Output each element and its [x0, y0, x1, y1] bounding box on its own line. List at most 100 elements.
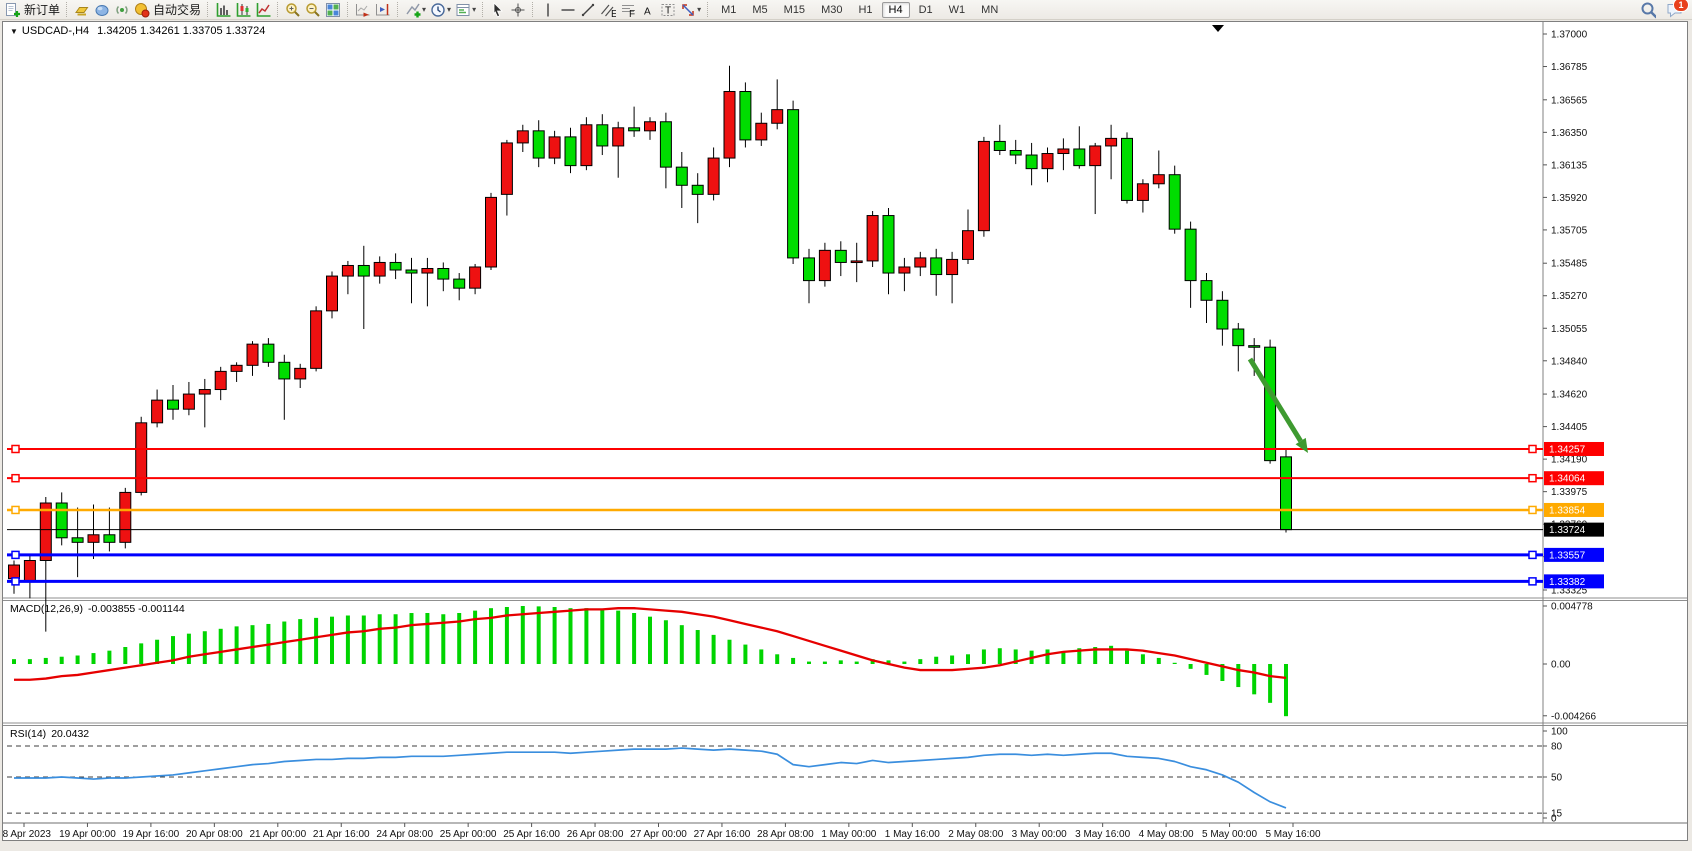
- candle-body: [788, 110, 799, 258]
- timeframe-m5-button[interactable]: M5: [745, 2, 774, 18]
- auto-scroll-button[interactable]: [353, 1, 373, 19]
- line-chart-icon: [255, 2, 271, 18]
- timeframe-m30-button[interactable]: M30: [814, 2, 849, 18]
- crosshair-tool-button[interactable]: [508, 1, 528, 19]
- candle-body: [1090, 146, 1101, 166]
- toolbar-separator: [277, 2, 279, 17]
- macd-histogram: [14, 606, 1286, 716]
- horizontal-line-icon: [560, 2, 576, 18]
- bar-chart-button[interactable]: [213, 1, 233, 19]
- price-tick-label: 1.36135: [1551, 160, 1588, 171]
- search-button[interactable]: [1638, 1, 1658, 19]
- horizontal-lines[interactable]: 1.342571.340641.338541.337241.335571.333…: [7, 442, 1604, 588]
- price-tick-label: 1.35705: [1551, 225, 1588, 236]
- candle-body: [470, 267, 481, 288]
- arrow-annotation[interactable]: [1250, 359, 1308, 453]
- price-line-badge-value: 1.33382: [1549, 577, 1586, 588]
- line-chart-button[interactable]: [253, 1, 273, 19]
- rsi-level-lines: [7, 746, 1543, 813]
- timeframe-m1-button[interactable]: M1: [714, 2, 743, 18]
- text-tool-button[interactable]: A: [638, 1, 658, 19]
- candle-body: [1010, 150, 1021, 155]
- new-order-button[interactable]: 新订单: [3, 1, 62, 19]
- line-handle: [1529, 445, 1536, 452]
- toolbar-separator: [532, 2, 534, 17]
- price-tick-label: 1.34190: [1551, 455, 1588, 466]
- trendline-tool-button[interactable]: [578, 1, 598, 19]
- equidistant-channel-icon: E: [600, 2, 616, 18]
- chart-shift-marker[interactable]: [1212, 25, 1224, 32]
- timeframe-h4-button[interactable]: H4: [882, 2, 910, 18]
- arrows-tool-button[interactable]: ▾: [678, 1, 703, 19]
- new-order-icon: [5, 2, 21, 18]
- candle-body: [772, 110, 783, 124]
- candle-body: [565, 137, 576, 166]
- candle-body: [247, 344, 258, 365]
- macd-tick-label: 0.00: [1551, 660, 1571, 671]
- collapse-arrow-icon[interactable]: ▼: [10, 27, 18, 36]
- line-handle: [1529, 475, 1536, 482]
- fibonacci-tool-button[interactable]: F: [618, 1, 638, 19]
- indicators-icon: [405, 2, 421, 18]
- candle-body: [660, 122, 671, 167]
- candle-body: [40, 503, 51, 560]
- text-label-tool-button[interactable]: T: [658, 1, 678, 19]
- timeframe-m15-button[interactable]: M15: [777, 2, 812, 18]
- indicators-button[interactable]: ▾: [403, 1, 428, 19]
- chart-shift-button[interactable]: [373, 1, 393, 19]
- ohlc-values: 1.34205 1.34261 1.33705 1.33724: [97, 25, 265, 37]
- zoom-out-button[interactable]: [303, 1, 323, 19]
- tile-windows-button[interactable]: [323, 1, 343, 19]
- timeframe-w1-button[interactable]: W1: [942, 2, 973, 18]
- price-line-badge-value: 1.34064: [1549, 474, 1586, 485]
- signals-button[interactable]: [112, 1, 132, 19]
- channel-tool-button[interactable]: E: [598, 1, 618, 19]
- candle-body: [1217, 300, 1228, 329]
- signal-icon: [114, 2, 130, 18]
- chart-canvas[interactable]: 1.370001.367851.365651.363501.361351.359…: [3, 22, 1687, 840]
- notifications-button[interactable]: 1: [1664, 1, 1684, 19]
- candle-body: [279, 362, 290, 379]
- timeframe-h1-button[interactable]: H1: [851, 2, 879, 18]
- chevron-down-icon: ▾: [697, 5, 701, 14]
- candle-body: [867, 216, 878, 261]
- arrows-icon: [680, 2, 696, 18]
- zoom-in-button[interactable]: [283, 1, 303, 19]
- candle-body: [438, 268, 449, 279]
- candle-body: [978, 141, 989, 230]
- timeframe-mn-button[interactable]: MN: [974, 2, 1005, 18]
- candle-body: [168, 400, 179, 409]
- candle-body: [740, 91, 751, 139]
- metaeditor-button[interactable]: [92, 1, 112, 19]
- toolbar-button-label: 新订单: [24, 1, 60, 18]
- rsi-axis[interactable]: 1008050150: [1543, 727, 1568, 825]
- time-tick-label: 3 May 00:00: [1012, 829, 1067, 840]
- candle-body: [342, 265, 353, 276]
- time-tick-label: 25 Apr 00:00: [440, 829, 497, 840]
- candlestick-chart-button[interactable]: [233, 1, 253, 19]
- horizontal-line-tool-button[interactable]: [558, 1, 578, 19]
- templates-button[interactable]: ▾: [453, 1, 478, 19]
- vertical-line-tool-button[interactable]: [538, 1, 558, 19]
- periods-button[interactable]: ▾: [428, 1, 453, 19]
- candles: [9, 66, 1292, 632]
- macd-axis[interactable]: 0.0047780.00-0.004266: [1543, 602, 1596, 723]
- candle-body: [549, 137, 560, 158]
- price-line-badge-value: 1.33854: [1549, 505, 1586, 516]
- candle-body: [597, 125, 608, 146]
- market-watch-button[interactable]: [72, 1, 92, 19]
- gold-bars-icon: [74, 2, 90, 18]
- timeframe-d1-button[interactable]: D1: [912, 2, 940, 18]
- panel-separators[interactable]: [3, 598, 1687, 823]
- rsi-value: 20.0432: [51, 728, 89, 740]
- candle-body: [724, 91, 735, 158]
- vertical-line-icon: [540, 2, 556, 18]
- candle-body: [819, 250, 830, 280]
- cursor-tool-button[interactable]: [488, 1, 508, 19]
- time-axis[interactable]: 18 Apr 202319 Apr 00:0019 Apr 16:0020 Ap…: [3, 823, 1321, 840]
- time-tick-label: 25 Apr 16:00: [503, 829, 560, 840]
- auto-trading-button[interactable]: 自动交易: [132, 1, 203, 19]
- text-label-icon: T: [660, 2, 676, 18]
- candle-body: [517, 131, 528, 143]
- candle-body: [374, 262, 385, 276]
